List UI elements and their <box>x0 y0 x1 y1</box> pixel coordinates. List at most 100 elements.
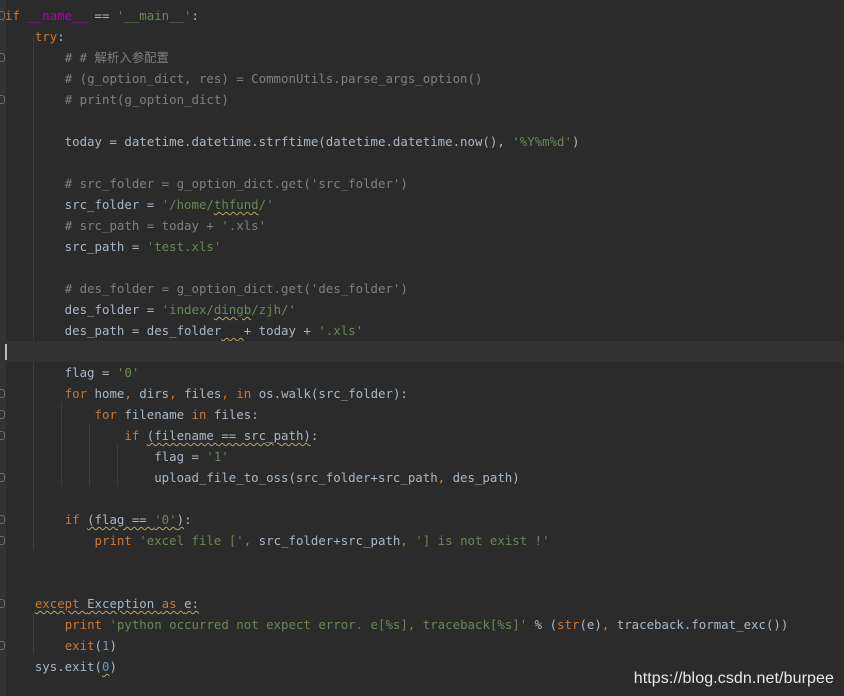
code-line[interactable] <box>0 572 844 593</box>
code-token: des_path = des_folder <box>5 323 222 338</box>
code-line[interactable]: flag = '0' <box>0 362 844 383</box>
code-token: ) <box>176 512 185 527</box>
code-line[interactable]: # print(g_option_dict) <box>0 89 844 110</box>
code-token: filename <box>124 407 192 422</box>
code-editor[interactable]: if __name__ == '__main__': try: # # 解析入参… <box>0 0 844 696</box>
code-token: # print(g_option_dict) <box>64 92 229 107</box>
code-line[interactable]: print 'python occurred not expect error.… <box>0 614 844 635</box>
code-token: + today + <box>243 323 319 338</box>
code-line[interactable]: src_folder = '/home/thfund/' <box>0 194 844 215</box>
code-text: exit(1) <box>5 635 117 656</box>
code-text: for filename in files: <box>5 404 259 425</box>
code-line[interactable] <box>0 110 844 131</box>
code-text: # src_folder = g_option_dict.get('src_fo… <box>5 173 408 194</box>
code-text: # des_folder = g_option_dict.get('des_fo… <box>5 278 408 299</box>
code-text: # # 解析入参配置 <box>5 47 169 68</box>
code-token: , <box>124 386 140 401</box>
code-token: if <box>64 512 88 527</box>
code-text: upload_file_to_oss(src_folder+src_path, … <box>5 467 520 488</box>
code-token: '1' <box>206 449 229 464</box>
code-line[interactable]: # (g_option_dict, res) = CommonUtils.par… <box>0 68 844 89</box>
code-token: str <box>557 617 580 632</box>
code-token: /zjh/' <box>251 302 296 317</box>
code-token: src_path = <box>5 239 147 254</box>
code-line[interactable]: src_path = 'test.xls' <box>0 236 844 257</box>
code-token: try <box>34 29 58 44</box>
code-token: ( <box>94 638 102 653</box>
code-token: : <box>57 29 65 44</box>
code-line[interactable] <box>0 551 844 572</box>
code-token: ) <box>109 659 117 674</box>
code-token: , <box>243 533 259 548</box>
code-token: print <box>64 617 110 632</box>
code-token: 'test.xls' <box>146 239 222 254</box>
code-token: , <box>437 470 453 485</box>
code-line[interactable]: if __name__ == '__main__': <box>0 5 844 26</box>
code-line[interactable]: exit(1) <box>0 635 844 656</box>
code-line[interactable]: if (flag == '0'): <box>0 509 844 530</box>
code-token: # (g_option_dict, res) = CommonUtils.par… <box>64 71 483 86</box>
code-token: # src_path = today + '.xls' <box>64 218 267 233</box>
code-line[interactable]: # src_path = today + '.xls' <box>0 215 844 236</box>
code-token: (e) <box>579 617 602 632</box>
code-line[interactable]: try: <box>0 26 844 47</box>
code-line[interactable]: flag = '1' <box>0 446 844 467</box>
code-token: for <box>64 386 95 401</box>
code-token: , in <box>221 386 259 401</box>
code-token: Exception <box>87 596 162 611</box>
code-text: except Exception as e: <box>5 593 199 614</box>
code-line[interactable]: print 'excel file [', src_folder+src_pat… <box>0 530 844 551</box>
code-text: if (flag == '0'): <box>5 509 192 530</box>
code-token: print <box>94 533 140 548</box>
code-token: 'python occurred not expect error. e[%s]… <box>109 617 528 632</box>
code-token: as <box>161 596 185 611</box>
code-line[interactable]: # des_folder = g_option_dict.get('des_fo… <box>0 278 844 299</box>
code-token: in <box>191 407 214 422</box>
code-token: 'excel file [' <box>139 533 244 548</box>
code-token: , <box>601 617 617 632</box>
code-line[interactable] <box>0 341 844 362</box>
code-line[interactable]: if (filename == src_path): <box>0 425 844 446</box>
code-text: flag = '1' <box>5 446 229 467</box>
code-token: (filename == src_path) <box>146 428 311 443</box>
code-line[interactable]: today = datetime.datetime.strftime(datet… <box>0 131 844 152</box>
code-line[interactable] <box>0 152 844 173</box>
code-token: sys.exit( <box>5 659 102 674</box>
code-token: flag = <box>5 449 207 464</box>
code-line[interactable]: # # 解析入参配置 <box>0 47 844 68</box>
code-token: (flag == <box>87 512 155 527</box>
code-token: % ( <box>527 617 558 632</box>
code-line[interactable]: upload_file_to_oss(src_folder+src_path, … <box>0 467 844 488</box>
code-text: des_path = des_folder + today + '.xls' <box>5 320 363 341</box>
code-line[interactable]: for filename in files: <box>0 404 844 425</box>
code-text: # (g_option_dict, res) = CommonUtils.par… <box>5 68 483 89</box>
code-line[interactable]: # src_folder = g_option_dict.get('src_fo… <box>0 173 844 194</box>
code-text: if __name__ == '__main__': <box>5 5 199 26</box>
code-line[interactable]: des_path = des_folder + today + '.xls' <box>0 320 844 341</box>
code-token: thfund <box>213 197 259 212</box>
code-text: try: <box>5 26 65 47</box>
code-token: dingb <box>213 302 252 317</box>
code-token: des_folder = <box>5 302 162 317</box>
code-token: except <box>34 596 88 611</box>
code-line[interactable]: des_folder = 'index/dingb/zjh/' <box>0 299 844 320</box>
code-token: today = datetime.datetime.strftime(datet… <box>5 134 513 149</box>
code-token: ) <box>571 134 580 149</box>
code-token: des_path) <box>452 470 520 485</box>
code-line[interactable]: for home, dirs, files, in os.walk(src_fo… <box>0 383 844 404</box>
code-token: flag = <box>5 365 117 380</box>
code-text: print 'excel file [', src_folder+src_pat… <box>5 530 550 551</box>
code-line[interactable] <box>0 257 844 278</box>
code-line[interactable] <box>0 488 844 509</box>
code-text: src_folder = '/home/thfund/' <box>5 194 274 215</box>
code-line[interactable]: except Exception as e: <box>0 593 844 614</box>
